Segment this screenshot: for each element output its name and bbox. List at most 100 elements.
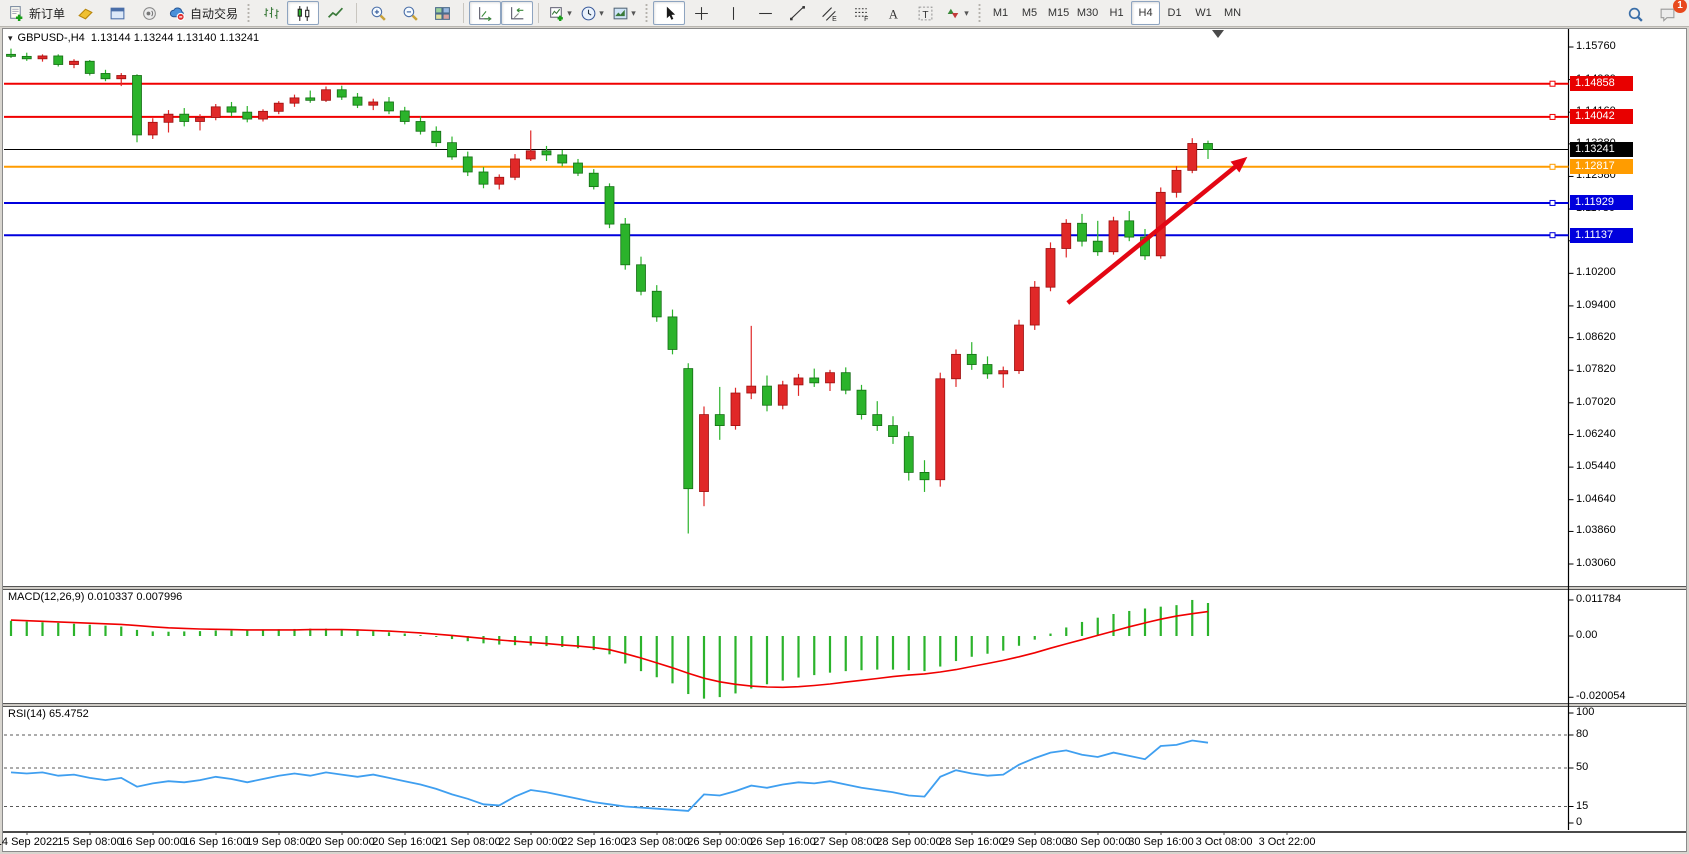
svg-text:T: T [922, 9, 928, 20]
dropdown-arrow-icon[interactable]: ▾ [631, 8, 636, 19]
templates-button[interactable]: ▾ [608, 1, 640, 25]
macd-scale-max: 0.011784 [1576, 593, 1621, 605]
timeframe-M1-button[interactable]: M1 [986, 1, 1015, 25]
timeframe-M5-button[interactable]: M5 [1015, 1, 1044, 25]
auto-scroll-button[interactable] [469, 1, 501, 25]
trend-line-button[interactable] [781, 1, 813, 25]
arrows-icon [945, 5, 962, 22]
macd-pane[interactable] [3, 590, 1686, 703]
auto-trading-label: 自动交易 [190, 5, 238, 22]
bar-chart-button[interactable] [255, 1, 287, 25]
timeframe-H4-button[interactable]: H4 [1131, 1, 1160, 25]
templates-icon [612, 5, 629, 22]
vertical-line-button[interactable] [717, 1, 749, 25]
toolbar-separator [356, 3, 357, 23]
zoom-out-button[interactable] [394, 1, 426, 25]
timeframe-D1-button[interactable]: D1 [1160, 1, 1189, 25]
search-button[interactable] [1619, 2, 1651, 26]
chevron-down-icon[interactable]: ▾ [8, 33, 13, 43]
price-badge: 1.14042 [1570, 109, 1633, 124]
macd-scale-zero: 0.00 [1576, 629, 1597, 641]
market-watch-icon [109, 5, 126, 22]
price-badge: 1.12817 [1570, 159, 1633, 174]
timeframe-H1-button[interactable]: H1 [1102, 1, 1131, 25]
fibonacci-button[interactable]: F [845, 1, 877, 25]
period-button[interactable]: ▾ [576, 1, 608, 25]
arrows-button[interactable]: ▾ [941, 1, 973, 25]
styler-button[interactable] [69, 1, 101, 25]
dropdown-arrow-icon[interactable]: ▾ [599, 8, 604, 19]
new-order-button[interactable]: 新订单 [4, 1, 69, 25]
price-tick-label: 1.07020 [1576, 396, 1616, 408]
auto-trading-button[interactable]: 自动交易 [165, 1, 242, 25]
line-chart-button[interactable] [319, 1, 351, 25]
tile-windows-button[interactable] [426, 1, 458, 25]
zoom-in-icon [370, 5, 387, 22]
toolbar-grip[interactable] [977, 3, 982, 23]
price-badge: 1.13241 [1570, 142, 1633, 157]
price-tick-label: 1.03860 [1576, 524, 1616, 536]
text-label-button[interactable]: T [909, 1, 941, 25]
crosshair-button[interactable] [685, 1, 717, 25]
chart-shift-button[interactable] [501, 1, 533, 25]
timeframe-MN-button[interactable]: MN [1218, 1, 1247, 25]
time-axis-label: 3 Oct 22:00 [1247, 836, 1327, 848]
price-badge: 1.14858 [1570, 76, 1633, 91]
timeframe-M15-button[interactable]: M15 [1044, 1, 1073, 25]
tile-windows-icon [434, 5, 451, 22]
macd-scale-min: -0.020054 [1576, 690, 1626, 702]
period-icon [580, 5, 597, 22]
new-order-label: 新订单 [29, 5, 65, 22]
rsi-pane[interactable] [3, 707, 1686, 831]
timeframe-W1-button[interactable]: W1 [1189, 1, 1218, 25]
text-icon: A [885, 5, 902, 22]
search-icon [1627, 6, 1644, 23]
svg-text:F: F [864, 15, 868, 21]
price-badge: 1.11137 [1570, 228, 1633, 243]
sound-button[interactable] [133, 1, 165, 25]
price-tick-label: 1.10200 [1576, 266, 1616, 278]
price-pane[interactable] [3, 29, 1686, 587]
toolbar-grip[interactable] [644, 3, 649, 23]
new-chart-button[interactable]: ▾ [544, 1, 576, 25]
candlestick-chart-button[interactable] [287, 1, 319, 25]
price-tick-label: 1.09400 [1576, 299, 1616, 311]
text-label-icon: T [917, 5, 934, 22]
market-watch-button[interactable] [101, 1, 133, 25]
auto-trading-icon [169, 5, 186, 22]
notifications-button[interactable]: 1 [1651, 2, 1683, 26]
sound-icon [141, 5, 158, 22]
toolbar-right-group: 1 [1619, 2, 1683, 26]
rsi-value: 65.4752 [49, 708, 89, 720]
equidistant-channel-button[interactable]: E [813, 1, 845, 25]
zoom-out-icon [402, 5, 419, 22]
trend-line-icon [789, 5, 806, 22]
macd-label: MACD(12,26,9) 0.010337 0.007996 [8, 591, 182, 603]
horizontal-line-icon [757, 5, 774, 22]
crosshair-icon [693, 5, 710, 22]
cursor-button[interactable] [653, 1, 685, 25]
symbol-period-label: GBPUSD-,H4 [18, 32, 85, 44]
horizontal-line-button[interactable] [749, 1, 781, 25]
price-tick-label: 1.06240 [1576, 428, 1616, 440]
toolbar-separator [463, 3, 464, 23]
rsi-scale-label: 100 [1576, 706, 1594, 718]
price-tick-label: 1.07820 [1576, 363, 1616, 375]
timeframe-M30-button[interactable]: M30 [1073, 1, 1102, 25]
rsi-scale-label: 15 [1576, 800, 1588, 812]
dropdown-arrow-icon[interactable]: ▾ [964, 8, 969, 19]
bar-chart-icon [263, 5, 280, 22]
rsi-label: RSI(14) 65.4752 [8, 708, 89, 720]
zoom-in-button[interactable] [362, 1, 394, 25]
chart-window[interactable] [2, 28, 1687, 852]
price-tick-label: 1.15760 [1576, 40, 1616, 52]
ohlc-values: 1.13144 1.13244 1.13140 1.13241 [91, 32, 259, 44]
chart-title: ▾ GBPUSD-,H4 1.13144 1.13244 1.13140 1.13… [8, 32, 259, 44]
line-chart-icon [327, 5, 344, 22]
rsi-scale-label: 80 [1576, 728, 1588, 740]
dropdown-arrow-icon[interactable]: ▾ [567, 8, 572, 19]
rsi-scale-label: 50 [1576, 761, 1588, 773]
toolbar-grip[interactable] [246, 3, 251, 23]
svg-text:A: A [888, 7, 898, 21]
text-button[interactable]: A [877, 1, 909, 25]
